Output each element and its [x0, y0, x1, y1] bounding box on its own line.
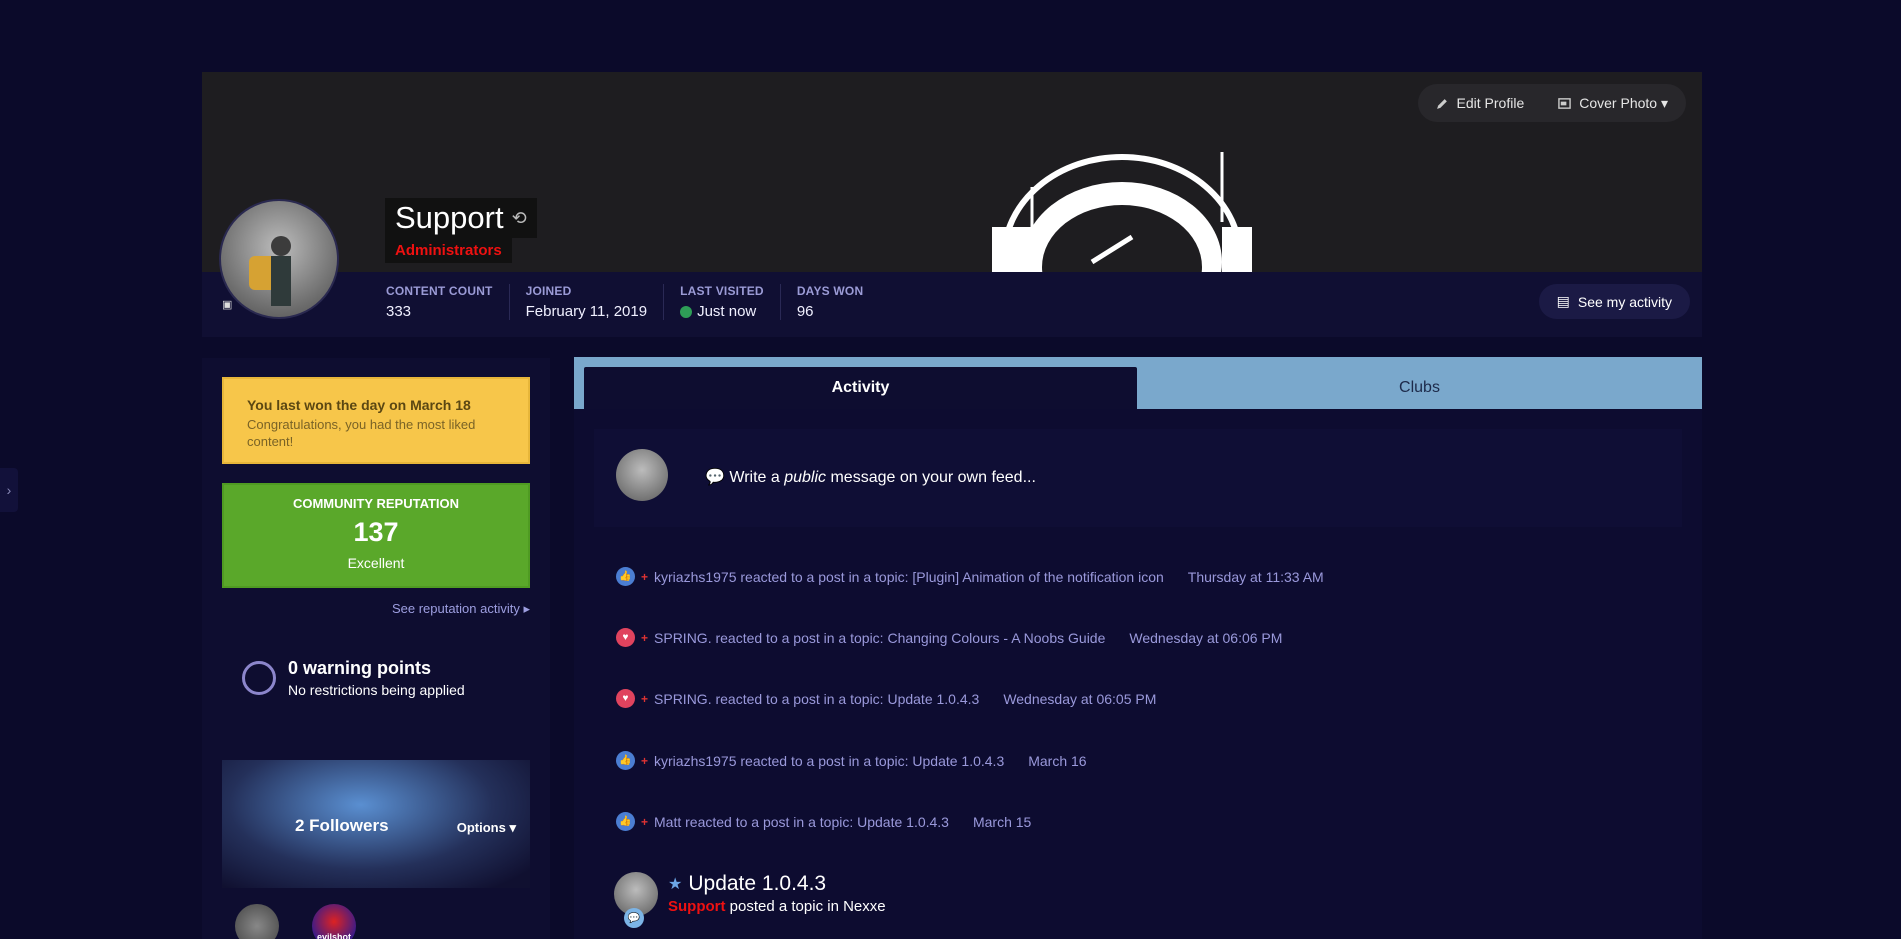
- follower-avatar[interactable]: evilshot: [312, 904, 356, 939]
- chevron-right-icon: ›: [6, 482, 12, 498]
- warning-points: 0 warning points No restrictions being a…: [242, 658, 465, 698]
- cover-photo-button[interactable]: Cover Photo ▾: [1558, 95, 1668, 112]
- stat-value: 333: [386, 303, 412, 320]
- stat-label: CONTENT COUNT: [386, 284, 493, 298]
- stat-value: Just now: [680, 303, 764, 320]
- cover-actions: Edit Profile Cover Photo ▾: [1417, 84, 1686, 122]
- activity-date: March 16: [1028, 752, 1087, 769]
- heart-icon: ♥: [616, 689, 635, 708]
- newspaper-icon: ▤: [1556, 293, 1570, 309]
- composer-suffix: message on your own feed...: [826, 469, 1036, 486]
- profile-tabs: Activity Clubs: [574, 357, 1702, 409]
- comment-icon: 💬: [705, 469, 725, 486]
- warning-text: No restrictions being applied: [288, 682, 465, 698]
- tab-activity[interactable]: Activity: [584, 367, 1137, 409]
- day-winner-box: You last won the day on March 18 Congrat…: [222, 377, 530, 464]
- stat-value: 96: [796, 303, 814, 320]
- stat-days-won: DAYS WON 96: [797, 284, 880, 320]
- followers-box: 2 Followers Options ▾: [222, 760, 530, 888]
- activity-text[interactable]: SPRING. reacted to a post in a topic: Up…: [654, 691, 979, 707]
- history-icon[interactable]: ⟲: [512, 208, 527, 229]
- list-item[interactable]: 👍 + Matt reacted to a post in a topic: U…: [616, 812, 1031, 831]
- stat-label: LAST VISITED: [680, 284, 764, 298]
- warning-title: 0 warning points: [288, 658, 432, 678]
- activity-text[interactable]: SPRING. reacted to a post in a topic: Ch…: [654, 630, 1105, 646]
- group-badge: Administrators: [385, 238, 512, 263]
- profile-sidebar: You last won the day on March 18 Congrat…: [202, 358, 550, 939]
- edit-profile-button[interactable]: Edit Profile: [1436, 95, 1525, 111]
- trophy-title: You last won the day on March 18: [247, 397, 471, 413]
- list-item[interactable]: 👍 + kyriazhs1975 reacted to a post in a …: [616, 567, 1324, 586]
- cover-photo-label: Cover Photo ▾: [1579, 94, 1668, 111]
- post-action: posted a topic in Nexxe: [725, 898, 886, 915]
- last-visited-value: Just now: [697, 303, 757, 320]
- stat-label: DAYS WON: [796, 284, 864, 298]
- activity-date: Wednesday at 06:06 PM: [1129, 629, 1283, 646]
- activity-panel: Activity Clubs 💬 Write a public message …: [574, 357, 1702, 939]
- stats-bar: CONTENT COUNT 333 JOINED February 11, 20…: [202, 272, 1702, 337]
- status-composer[interactable]: 💬 Write a public message on your own fee…: [594, 429, 1682, 527]
- activity-text[interactable]: Matt reacted to a post in a topic: Updat…: [654, 814, 949, 830]
- list-item[interactable]: ♥ + SPRING. reacted to a post in a topic…: [616, 628, 1282, 647]
- plus-icon: +: [641, 630, 649, 645]
- post-author[interactable]: Support: [668, 898, 726, 915]
- composer-emphasis: public: [784, 469, 827, 486]
- pencil-icon: [1436, 98, 1447, 109]
- plus-icon: +: [641, 753, 649, 768]
- star-icon: ★: [668, 876, 683, 893]
- stat-content-count: CONTENT COUNT 333: [386, 284, 510, 320]
- like-icon: 👍: [616, 567, 635, 586]
- post-title-text: Update 1.0.4.3: [688, 872, 827, 895]
- online-status-icon: [680, 305, 693, 318]
- stat-value: February 11, 2019: [525, 303, 648, 320]
- post-meta: Support posted a topic in Nexxe: [668, 898, 886, 915]
- activity-date: Wednesday at 06:05 PM: [1003, 690, 1157, 707]
- composer-prefix: Write a: [729, 469, 785, 486]
- stat-label: JOINED: [525, 284, 572, 298]
- like-icon: 👍: [616, 751, 635, 770]
- stat-last-visited: LAST VISITED Just now: [680, 284, 781, 320]
- trophy-text: Congratulations, you had the most liked …: [247, 417, 476, 449]
- like-icon: 👍: [616, 812, 635, 831]
- profile-header: Edit Profile Cover Photo ▾ Support ⟲ Adm…: [202, 72, 1702, 337]
- topic-icon: 💬: [624, 908, 644, 928]
- cover-photo: Edit Profile Cover Photo ▾ Support ⟲ Adm…: [202, 72, 1702, 272]
- reputation-label: COMMUNITY REPUTATION: [292, 496, 460, 511]
- see-my-activity-button[interactable]: ▤ See my activity: [1538, 284, 1690, 319]
- activity-date: March 15: [972, 813, 1032, 830]
- warning-circle-icon: [242, 661, 276, 695]
- follower-name: evilshot: [316, 932, 351, 939]
- stat-joined: JOINED February 11, 2019: [525, 284, 665, 320]
- activity-date: Thursday at 11:33 AM: [1187, 568, 1324, 585]
- list-item[interactable]: ♥ + SPRING. reacted to a post in a topic…: [616, 689, 1156, 708]
- astronaut-helmet-icon: [992, 152, 1252, 272]
- edit-profile-label: Edit Profile: [1456, 95, 1525, 111]
- avatar: [616, 449, 668, 501]
- tab-clubs[interactable]: Clubs: [1137, 367, 1702, 409]
- reputation-box: COMMUNITY REPUTATION 137 Excellent: [222, 483, 530, 588]
- composer-placeholder[interactable]: 💬 Write a public message on your own fee…: [705, 467, 1036, 487]
- plus-icon: +: [641, 814, 649, 829]
- activity-text[interactable]: kyriazhs1975 reacted to a post in a topi…: [654, 753, 1004, 769]
- plus-icon: +: [641, 569, 649, 584]
- heart-icon: ♥: [616, 628, 635, 647]
- profile-name: Support: [395, 200, 504, 235]
- profile-name-block: Support ⟲ Administrators: [385, 198, 537, 263]
- see-activity-label: See my activity: [1577, 293, 1672, 310]
- see-reputation-link[interactable]: See reputation activity ▸: [392, 601, 530, 617]
- image-icon: [1558, 97, 1572, 109]
- activity-text[interactable]: kyriazhs1975 reacted to a post in a topi…: [654, 569, 1164, 585]
- plus-icon: +: [641, 691, 649, 706]
- follower-avatar[interactable]: [235, 904, 279, 939]
- followers-count: 2 Followers: [295, 816, 389, 835]
- sidebar-toggle-button[interactable]: ›: [0, 468, 18, 512]
- list-item[interactable]: 👍 + kyriazhs1975 reacted to a post in a …: [616, 751, 1087, 770]
- followers-options-button[interactable]: Options ▾: [457, 820, 516, 836]
- change-photo-icon[interactable]: ▣: [222, 298, 240, 312]
- reputation-level: Excellent: [347, 555, 405, 571]
- reputation-value: 137: [353, 517, 399, 547]
- post-title[interactable]: ★ Update 1.0.4.3: [668, 872, 826, 896]
